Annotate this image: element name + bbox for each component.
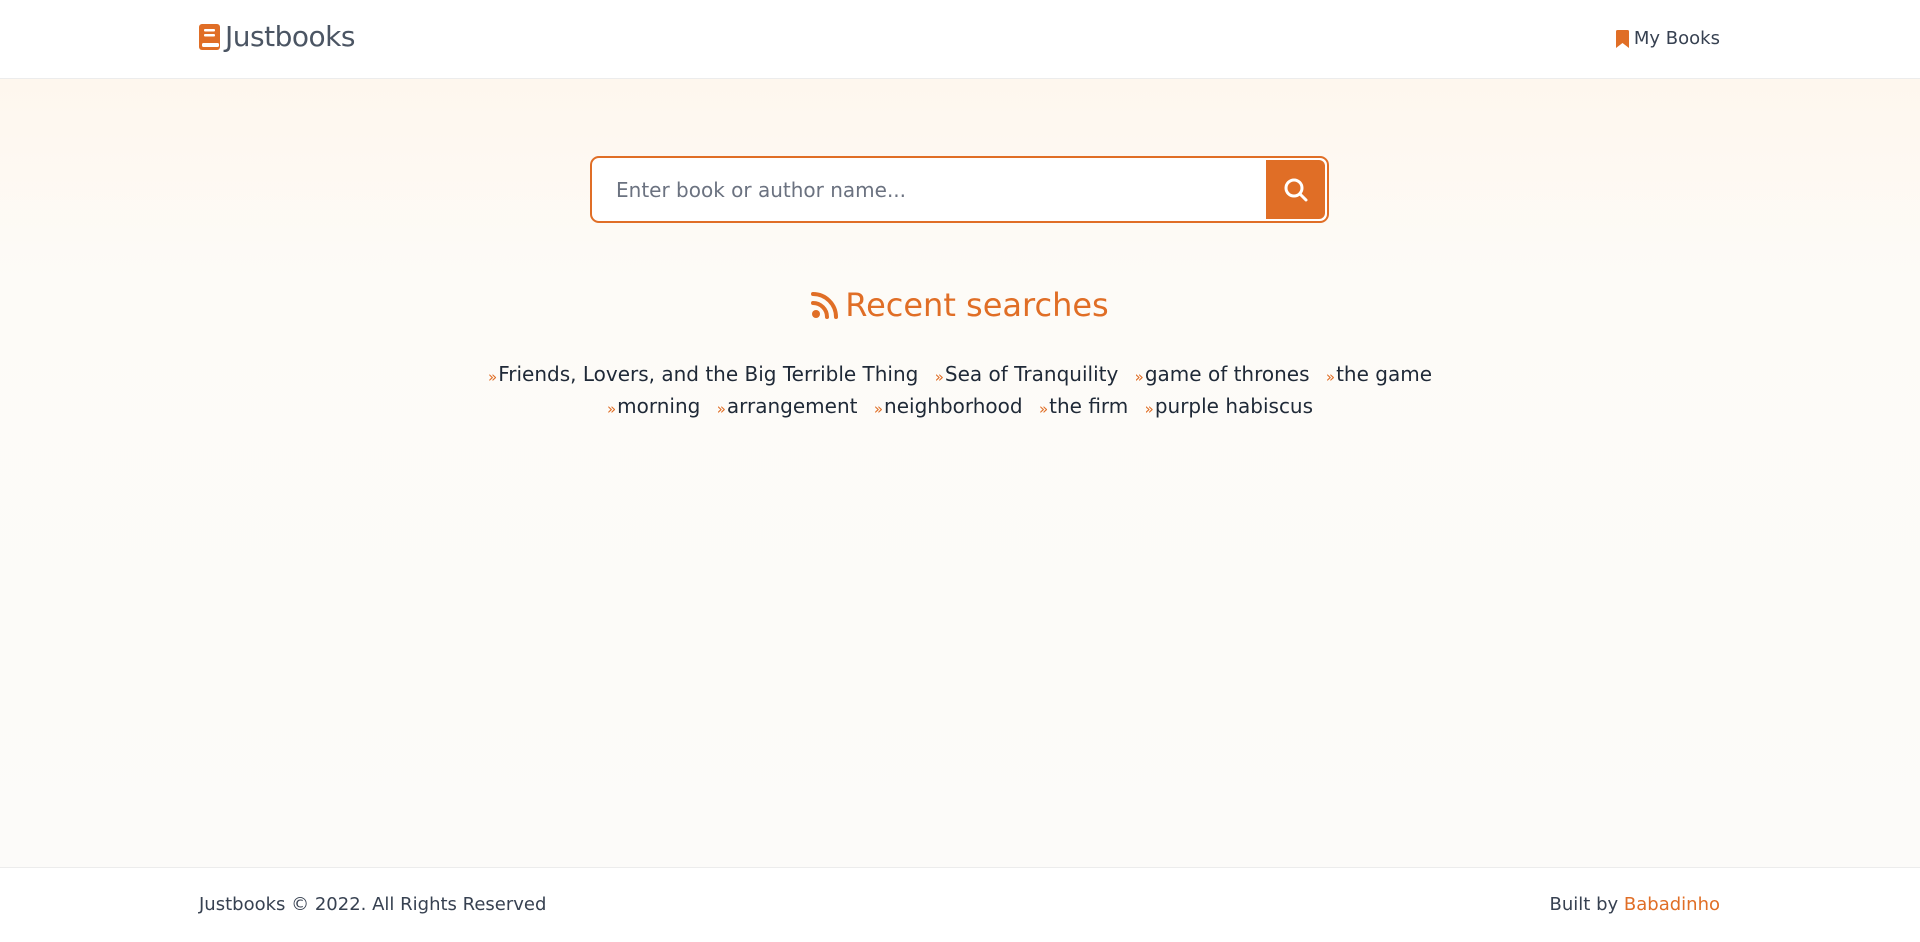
recent-search-label: game of thrones	[1144, 362, 1310, 386]
chevron-right-icon: »	[1134, 368, 1144, 386]
book-icon	[199, 23, 220, 50]
recent-search-item[interactable]: »Sea of Tranquility	[935, 359, 1119, 391]
site-header: Justbooks My Books	[0, 0, 1920, 79]
bookmark-icon	[1615, 29, 1629, 48]
chevron-right-icon: »	[716, 400, 726, 418]
recent-search-label: Friends, Lovers, and the Big Terrible Th…	[498, 362, 919, 386]
recent-search-label: arrangement	[726, 394, 858, 418]
built-by: Built by Babadinho	[1550, 894, 1720, 915]
recent-searches-heading: Recent searches	[0, 286, 1920, 324]
chevron-right-icon: »	[934, 368, 944, 386]
rss-icon	[811, 292, 839, 319]
chevron-right-icon: »	[606, 400, 617, 418]
my-books-link[interactable]: My Books	[1615, 28, 1720, 49]
recent-search-item[interactable]: »the game	[1326, 359, 1432, 391]
recent-search-label: Sea of Tranquility	[944, 362, 1119, 386]
search-button[interactable]	[1266, 160, 1325, 219]
my-books-label: My Books	[1633, 28, 1720, 49]
recent-search-item[interactable]: »purple habiscus	[1145, 391, 1313, 423]
recent-searches-title: Recent searches	[845, 286, 1109, 324]
recent-search-item[interactable]: »game of thrones	[1135, 359, 1310, 391]
logo-text: Justbooks	[225, 20, 355, 53]
recent-search-item[interactable]: »morning	[607, 391, 700, 423]
chevron-right-icon: »	[1038, 400, 1049, 418]
author-link[interactable]: Babadinho	[1624, 894, 1720, 915]
search-input[interactable]	[592, 158, 1268, 221]
site-footer: Justbooks © 2022. All Rights Reserved Bu…	[0, 867, 1920, 942]
copyright-text: Justbooks © 2022. All Rights Reserved	[199, 894, 547, 915]
recent-search-label: morning	[617, 394, 701, 418]
recent-searches-list: »Friends, Lovers, and the Big Terrible T…	[460, 359, 1460, 423]
recent-search-item[interactable]: »the firm	[1039, 391, 1128, 423]
chevron-right-icon: »	[1144, 400, 1154, 418]
chevron-right-icon: »	[488, 368, 498, 386]
recent-search-label: neighborhood	[884, 394, 1023, 418]
search-icon	[1284, 178, 1307, 201]
site-logo[interactable]: Justbooks	[199, 20, 355, 53]
search-bar	[590, 156, 1329, 223]
chevron-right-icon: »	[1325, 368, 1336, 386]
chevron-right-icon: »	[873, 400, 884, 418]
recent-search-label: the firm	[1049, 394, 1129, 418]
recent-search-item[interactable]: »Friends, Lovers, and the Big Terrible T…	[488, 359, 918, 391]
recent-search-item[interactable]: »arrangement	[717, 391, 858, 423]
recent-search-label: the game	[1336, 362, 1432, 386]
main-content: Recent searches »Friends, Lovers, and th…	[0, 79, 1920, 867]
recent-search-item[interactable]: »neighborhood	[874, 391, 1023, 423]
recent-search-label: purple habiscus	[1154, 394, 1314, 418]
built-by-label: Built by	[1549, 894, 1619, 915]
